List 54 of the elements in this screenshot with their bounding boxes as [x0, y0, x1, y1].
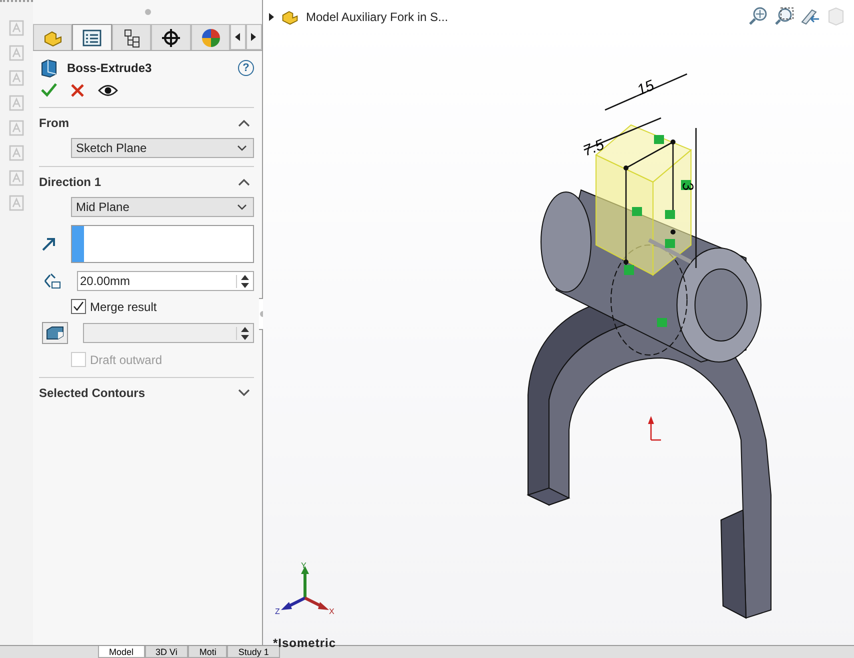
- panel-handle-icon[interactable]: [144, 8, 152, 16]
- depth-icon: [42, 272, 62, 290]
- list-icon: [82, 28, 102, 46]
- eye-icon[interactable]: [98, 84, 118, 96]
- dropdown[interactable]: Sketch Plane: [71, 138, 254, 158]
- scroll-left-button[interactable]: [230, 24, 246, 50]
- bottom-tab[interactable]: Model: [98, 646, 145, 658]
- zoom-area-icon[interactable]: [774, 6, 794, 26]
- crosshair-icon: [161, 28, 182, 48]
- depth-field[interactable]: 20.00mm: [77, 271, 254, 291]
- axis-triad-drawing: Y Z X: [275, 562, 337, 616]
- help-button[interactable]: ?: [238, 60, 254, 76]
- dimension-label: 15: [635, 78, 659, 96]
- checkbox[interactable]: [71, 299, 86, 314]
- feature-tree-tab[interactable]: [33, 24, 72, 50]
- dimension-label: 3: [681, 178, 695, 196]
- caret-icon: [237, 204, 247, 210]
- bottom-tab[interactable]: 3D Vi: [144, 646, 188, 658]
- feature-title: Boss-Extrude3: [67, 61, 153, 75]
- property-tab[interactable]: [72, 24, 112, 50]
- selection-box[interactable]: [71, 225, 254, 263]
- bottom-tab[interactable]: Study 1: [227, 646, 280, 658]
- dropdown[interactable]: Mid Plane: [71, 197, 254, 217]
- collapse-icon[interactable]: [238, 119, 250, 127]
- right-arrow-icon: [251, 33, 258, 41]
- breadcrumb-link[interactable]: Model Auxiliary Fork in S...: [306, 10, 448, 24]
- config-tab[interactable]: [112, 24, 152, 50]
- section-title: From: [39, 116, 69, 130]
- dimxpert-tab[interactable]: [151, 24, 191, 50]
- scroll-right-button[interactable]: [246, 24, 262, 50]
- caret-icon: [237, 145, 247, 151]
- wedge-icon: [46, 326, 64, 340]
- checkbox-label: Draft outward: [90, 352, 162, 366]
- zoom-fit-icon[interactable]: [748, 6, 768, 26]
- cancel-icon[interactable]: [71, 84, 84, 96]
- checkbox-label: Merge result: [90, 300, 157, 314]
- dimension-label: 7.5: [581, 136, 609, 158]
- collapse-icon[interactable]: [238, 178, 250, 186]
- draft-button[interactable]: [42, 322, 68, 344]
- bottom-tab[interactable]: Moti: [188, 646, 228, 658]
- check-icon: [73, 301, 84, 312]
- origin-axis-icon: [648, 416, 662, 441]
- section-title: Selected Contours: [39, 386, 146, 400]
- appearance-tab[interactable]: [190, 24, 230, 50]
- spinner-icon[interactable]: [241, 274, 249, 288]
- expand-icon[interactable]: [238, 389, 250, 397]
- ok-icon[interactable]: [41, 83, 57, 97]
- color-wheel-icon: [200, 28, 221, 48]
- part-icon: [280, 8, 300, 26]
- section-title: Direction 1: [39, 175, 102, 189]
- expand-icon[interactable]: [269, 13, 274, 21]
- tree-icon: [122, 28, 141, 48]
- direction-arrow-icon: [42, 237, 56, 251]
- left-arrow-icon: [235, 33, 242, 41]
